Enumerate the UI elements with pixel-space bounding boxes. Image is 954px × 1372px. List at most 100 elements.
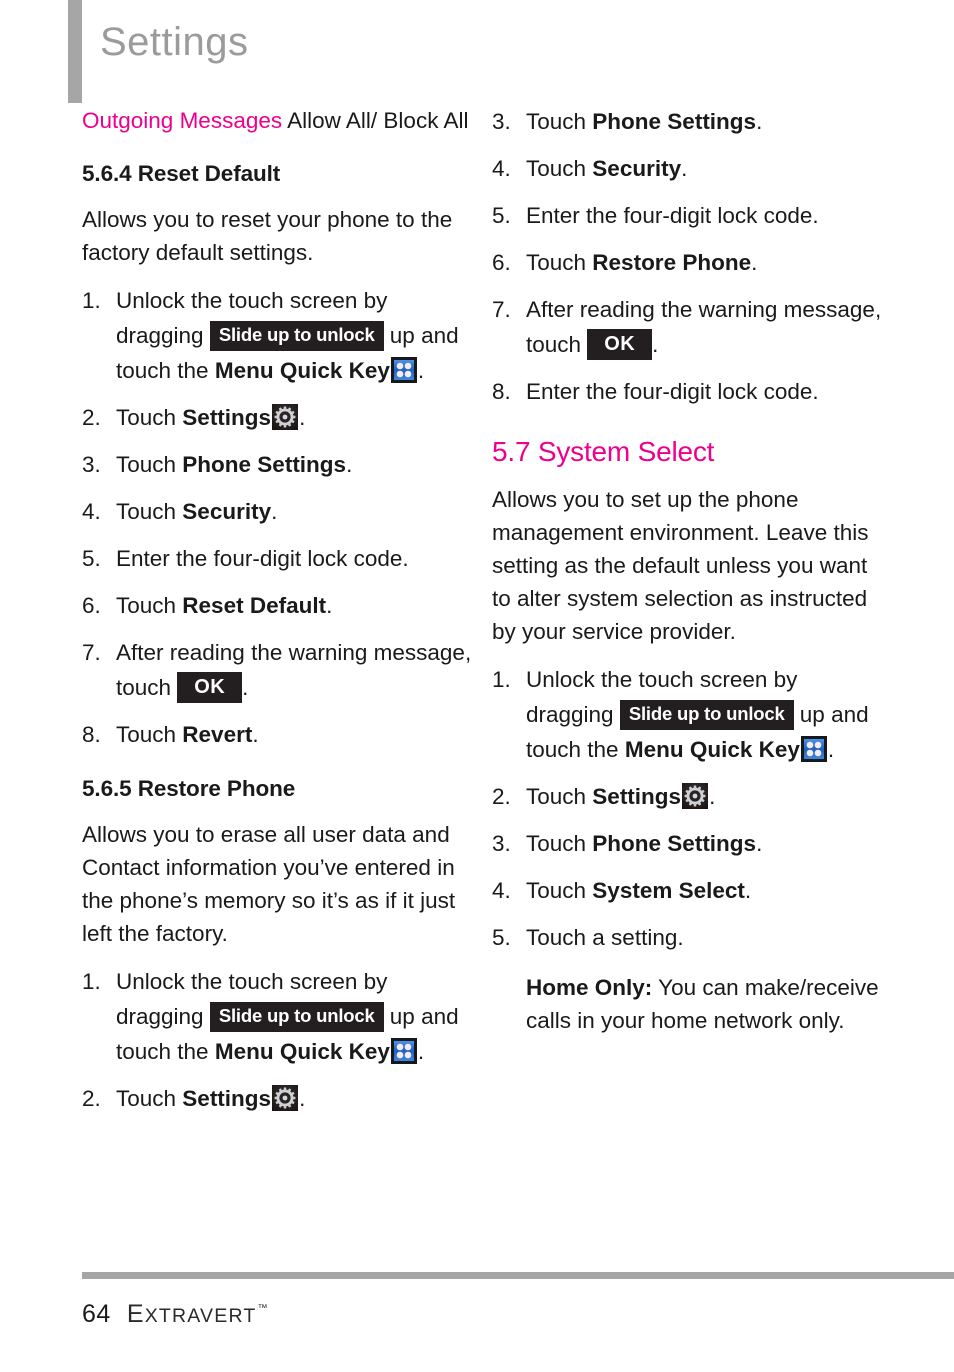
- page-number: 64: [82, 1300, 111, 1328]
- step-number: 5.: [492, 925, 511, 950]
- step-item: 4. Touch System Select.: [492, 873, 882, 908]
- step-number: 7.: [492, 297, 511, 322]
- step-number: 1.: [492, 667, 511, 692]
- step-item: 4. Touch Security.: [82, 494, 472, 529]
- step-text: Touch: [526, 250, 593, 275]
- step-emphasis: Restore Phone: [592, 250, 752, 275]
- step-text: .: [751, 250, 758, 275]
- step-emphasis: Settings: [592, 784, 682, 809]
- brand-wordmark: EXTRAVERT™: [127, 1300, 268, 1328]
- ok-button-badge[interactable]: OK: [587, 329, 653, 360]
- settings-gear-icon: [272, 1085, 299, 1111]
- step-number: 4.: [82, 499, 101, 524]
- brand-initial: E: [126, 1300, 145, 1328]
- step-text: .: [242, 675, 249, 700]
- left-column: Outgoing Messages Allow All/ Block All 5…: [82, 104, 472, 1128]
- slide-up-to-unlock-badge[interactable]: Slide up to unlock: [209, 1002, 384, 1032]
- step-item: 7. After reading the warning message, tou…: [82, 635, 472, 705]
- page-header: Settings: [0, 0, 954, 104]
- brand-rest: XTRAVERT: [144, 1305, 257, 1327]
- step-text: Touch: [526, 156, 593, 181]
- steps-list-5-7: 1. Unlock the touch screen by dragging Sl…: [492, 662, 882, 955]
- menu-quick-key-icon: [390, 1038, 417, 1064]
- step-text: .: [827, 737, 835, 762]
- step-text: .: [744, 878, 752, 903]
- step-item: 2. Touch Settings.: [82, 1081, 472, 1116]
- step-item: 6. Touch Reset Default.: [82, 588, 472, 623]
- step-text: Touch: [116, 499, 183, 524]
- step-emphasis: Phone Settings: [592, 831, 757, 856]
- step-item: 2. Touch Settings.: [82, 400, 472, 435]
- note-term: Home Only:: [526, 975, 653, 1000]
- intro-5-7: Allows you to set up the phone managemen…: [492, 487, 869, 644]
- step-emphasis: Settings: [182, 405, 272, 430]
- step-number: 2.: [82, 405, 101, 430]
- step-item: 2. Touch Settings.: [492, 779, 882, 814]
- step-text: After reading the warning message, touch: [526, 297, 882, 357]
- heading-5-6-5: 5.6.5 Restore Phone: [82, 776, 296, 801]
- ok-button-badge[interactable]: OK: [177, 672, 243, 703]
- step-item: 5. Enter the four-digit lock code.: [82, 541, 472, 576]
- step-item: 8. Touch Revert.: [82, 717, 472, 752]
- step-item: 8. Enter the four-digit lock code.: [492, 374, 882, 409]
- step-emphasis: Revert: [182, 722, 253, 747]
- step-emphasis: Reset Default: [182, 593, 327, 618]
- step-text: .: [417, 1039, 425, 1064]
- step-number: 3.: [492, 109, 511, 134]
- glossary-term: Outgoing Messages: [82, 108, 283, 133]
- step-text: Touch: [526, 109, 593, 134]
- step-number: 6.: [492, 250, 511, 275]
- trademark-symbol: ™: [257, 1303, 268, 1314]
- step-number: 7.: [82, 640, 101, 665]
- step-emphasis: Phone Settings: [182, 452, 347, 477]
- step-item: 3. Touch Phone Settings.: [492, 104, 882, 139]
- page-content: Outgoing Messages Allow All/ Block All 5…: [0, 104, 954, 1254]
- step-text: .: [346, 452, 353, 477]
- steps-list-5-6-4: 1. Unlock the touch screen by dragging Sl…: [82, 283, 472, 752]
- step-text: .: [756, 831, 763, 856]
- menu-quick-key-icon: [800, 736, 827, 762]
- step-item: 3. Touch Phone Settings.: [492, 826, 882, 861]
- step-text: Touch: [116, 722, 183, 747]
- step-text: Touch a setting.: [526, 925, 684, 950]
- step-text: Enter the four-digit lock code.: [526, 379, 819, 404]
- step-text: Touch: [116, 593, 183, 618]
- step-text: .: [271, 499, 278, 524]
- slide-up-to-unlock-badge[interactable]: Slide up to unlock: [209, 321, 384, 351]
- step-text: .: [326, 593, 333, 618]
- step-text: .: [709, 784, 716, 809]
- glossary-entry-outgoing-messages: Outgoing Messages Allow All/ Block All: [82, 104, 472, 137]
- step-number: 4.: [492, 878, 511, 903]
- step-item: 1. Unlock the touch screen by dragging Sl…: [492, 662, 882, 767]
- step-text: Touch: [526, 878, 593, 903]
- step-number: 3.: [492, 831, 511, 856]
- footer-divider: [82, 1272, 954, 1279]
- right-column: 3. Touch Phone Settings. 4. Touch Security.…: [492, 104, 882, 1037]
- step-emphasis: Menu Quick Key: [624, 737, 800, 762]
- step-item: 4. Touch Security.: [492, 151, 882, 186]
- step-item: 7. After reading the warning message, tou…: [492, 292, 882, 362]
- settings-gear-icon: [272, 404, 299, 430]
- step-item: 6. Touch Restore Phone.: [492, 245, 882, 280]
- step-text: Enter the four-digit lock code.: [526, 203, 819, 228]
- menu-quick-key-icon: [390, 357, 417, 383]
- step-item: 1. Unlock the touch screen by dragging Sl…: [82, 283, 472, 388]
- step-emphasis: Menu Quick Key: [214, 1039, 390, 1064]
- step-text: .: [652, 332, 659, 357]
- step-emphasis: System Select: [592, 878, 745, 903]
- step-text: .: [299, 405, 306, 430]
- step-number: 5.: [492, 203, 511, 228]
- intro-5-6-4: Allows you to reset your phone to the fa…: [82, 207, 453, 265]
- step-text: .: [417, 358, 425, 383]
- step-number: 2.: [492, 784, 511, 809]
- steps-list-5-6-5-continued: 3. Touch Phone Settings. 4. Touch Security.…: [492, 104, 882, 409]
- step-number: 1.: [82, 969, 101, 994]
- heading-5-7: 5.7 System Select: [492, 436, 715, 467]
- heading-5-6-4: 5.6.4 Reset Default: [82, 161, 281, 186]
- slide-up-to-unlock-badge[interactable]: Slide up to unlock: [619, 700, 794, 730]
- step-text: Enter the four-digit lock code.: [116, 546, 409, 571]
- step-text: .: [681, 156, 688, 181]
- note-home-only: Home Only: You can make/receive calls in…: [526, 971, 882, 1037]
- step-text: Touch: [116, 1086, 183, 1111]
- step-item: 5. Touch a setting.: [492, 920, 882, 955]
